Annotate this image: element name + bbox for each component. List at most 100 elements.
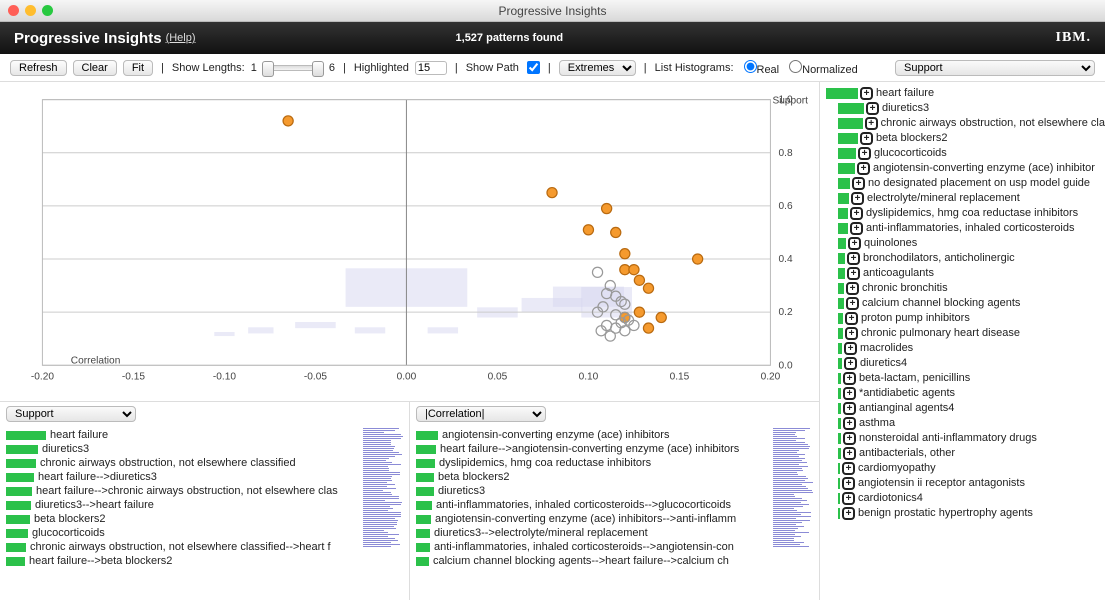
panel-correlation-select[interactable]: |Correlation| <box>416 406 546 422</box>
expand-icon[interactable]: + <box>842 477 855 490</box>
list-item[interactable]: heart failure-->beta blockers2 <box>6 554 357 568</box>
expand-icon[interactable]: + <box>858 147 871 160</box>
right-support-select[interactable]: Support <box>895 60 1095 76</box>
tree-item[interactable]: + heart failure <box>826 86 1105 101</box>
tree-item[interactable]: + asthma <box>826 416 1105 431</box>
expand-icon[interactable]: + <box>843 432 856 445</box>
tree-item[interactable]: + no designated placement on usp model g… <box>826 176 1105 191</box>
tree-item[interactable]: + macrolides <box>826 341 1105 356</box>
expand-icon[interactable]: + <box>843 417 856 430</box>
expand-icon[interactable]: + <box>842 462 855 475</box>
list-item-label: heart failure-->beta blockers2 <box>29 554 172 568</box>
expand-icon[interactable]: + <box>860 87 873 100</box>
tree-item[interactable]: + angiotensin ii receptor antagonists <box>826 476 1105 491</box>
expand-icon[interactable]: + <box>844 357 857 370</box>
tree-item[interactable]: + proton pump inhibitors <box>826 311 1105 326</box>
normalized-radio-label[interactable]: Normalized <box>785 60 858 76</box>
length-slider[interactable] <box>263 65 323 71</box>
list-item[interactable]: chronic airways obstruction, not elsewhe… <box>6 456 357 470</box>
expand-icon[interactable]: + <box>843 402 856 415</box>
expand-icon[interactable]: + <box>842 507 855 520</box>
tree-item[interactable]: + *antidiabetic agents <box>826 386 1105 401</box>
real-radio-label[interactable]: Real <box>740 60 780 76</box>
real-radio[interactable] <box>744 60 757 73</box>
expand-icon[interactable]: + <box>846 282 859 295</box>
expand-icon[interactable]: + <box>848 237 861 250</box>
tree-item[interactable]: + nonsteroidal anti-inflammatory drugs <box>826 431 1105 446</box>
panel-support-select[interactable]: Support <box>6 406 136 422</box>
list-item[interactable]: dyslipidemics, hmg coa reductase inhibit… <box>416 456 767 470</box>
list-item[interactable]: heart failure-->chronic airways obstruct… <box>6 484 357 498</box>
clear-button[interactable]: Clear <box>73 60 117 76</box>
expand-icon[interactable]: + <box>857 162 870 175</box>
tree-item[interactable]: + calcium channel blocking agents <box>826 296 1105 311</box>
expand-icon[interactable]: + <box>850 207 863 220</box>
tree-item[interactable]: + glucocorticoids <box>826 146 1105 161</box>
list-item[interactable]: diuretics3 <box>6 442 357 456</box>
tree-list[interactable]: + heart failure + diuretics3 + chronic a… <box>826 86 1105 521</box>
normalized-radio[interactable] <box>789 60 802 73</box>
tree-item[interactable]: + anti-inflammatories, inhaled corticost… <box>826 221 1105 236</box>
tree-item[interactable]: + cardiomyopathy <box>826 461 1105 476</box>
list-item[interactable]: calcium channel blocking agents-->heart … <box>416 554 767 568</box>
expand-icon[interactable]: + <box>843 387 856 400</box>
expand-icon[interactable]: + <box>846 297 859 310</box>
list-item[interactable]: chronic airways obstruction, not elsewhe… <box>6 540 357 554</box>
show-path-checkbox[interactable] <box>527 61 540 74</box>
expand-icon[interactable]: + <box>845 312 858 325</box>
refresh-button[interactable]: Refresh <box>10 60 67 76</box>
tree-item[interactable]: + benign prostatic hypertrophy agents <box>826 506 1105 521</box>
expand-icon[interactable]: + <box>850 222 863 235</box>
tree-item[interactable]: + anticoagulants <box>826 266 1105 281</box>
expand-icon[interactable]: + <box>851 192 864 205</box>
list-item[interactable]: diuretics3-->electrolyte/mineral replace… <box>416 526 767 540</box>
expand-icon[interactable]: + <box>845 327 858 340</box>
slider-thumb-max[interactable] <box>312 61 324 77</box>
list-item[interactable]: heart failure-->diuretics3 <box>6 470 357 484</box>
tree-item[interactable]: + chronic airways obstruction, not elsew… <box>826 116 1105 131</box>
expand-icon[interactable]: + <box>865 117 878 130</box>
tree-item[interactable]: + bronchodilators, anticholinergic <box>826 251 1105 266</box>
expand-icon[interactable]: + <box>843 372 856 385</box>
list-item[interactable]: diuretics3-->heart failure <box>6 498 357 512</box>
extremes-select[interactable]: Extremes <box>559 60 636 76</box>
list-item[interactable]: anti-inflammatories, inhaled corticoster… <box>416 498 767 512</box>
tree-item[interactable]: + diuretics3 <box>826 101 1105 116</box>
highlighted-input[interactable] <box>415 61 447 75</box>
list-item[interactable]: angiotensin-converting enzyme (ace) inhi… <box>416 512 767 526</box>
list-item[interactable]: beta blockers2 <box>416 470 767 484</box>
tree-item[interactable]: + chronic pulmonary heart disease <box>826 326 1105 341</box>
help-link[interactable]: (Help) <box>166 32 196 44</box>
tree-item[interactable]: + cardiotonics4 <box>826 491 1105 506</box>
list-item[interactable]: glucocorticoids <box>6 526 357 540</box>
tree-item[interactable]: + beta blockers2 <box>826 131 1105 146</box>
tree-item[interactable]: + diuretics4 <box>826 356 1105 371</box>
list-item[interactable]: diuretics3 <box>416 484 767 498</box>
expand-icon[interactable]: + <box>844 342 857 355</box>
tree-item[interactable]: + dyslipidemics, hmg coa reductase inhib… <box>826 206 1105 221</box>
tree-item[interactable]: + electrolyte/mineral replacement <box>826 191 1105 206</box>
expand-icon[interactable]: + <box>847 267 860 280</box>
expand-icon[interactable]: + <box>847 252 860 265</box>
expand-icon[interactable]: + <box>860 132 873 145</box>
list-item[interactable]: heart failure-->angiotensin-converting e… <box>416 442 767 456</box>
list-item[interactable]: angiotensin-converting enzyme (ace) inhi… <box>416 428 767 442</box>
tree-item[interactable]: + antianginal agents4 <box>826 401 1105 416</box>
list-item[interactable]: heart failure <box>6 428 357 442</box>
scatter-plot[interactable]: 0.00.20.40.60.81.0-0.20-0.15-0.10-0.050.… <box>0 82 819 402</box>
fit-button[interactable]: Fit <box>123 60 153 76</box>
tree-item[interactable]: + beta-lactam, penicillins <box>826 371 1105 386</box>
expand-icon[interactable]: + <box>843 447 856 460</box>
expand-icon[interactable]: + <box>852 177 865 190</box>
support-list[interactable]: heart failurediuretics3chronic airways o… <box>6 428 357 596</box>
tree-item[interactable]: + antibacterials, other <box>826 446 1105 461</box>
tree-item[interactable]: + angiotensin-converting enzyme (ace) in… <box>826 161 1105 176</box>
expand-icon[interactable]: + <box>842 492 855 505</box>
tree-item[interactable]: + chronic bronchitis <box>826 281 1105 296</box>
slider-thumb-min[interactable] <box>262 61 274 77</box>
list-item[interactable]: anti-inflammatories, inhaled corticoster… <box>416 540 767 554</box>
correlation-list[interactable]: angiotensin-converting enzyme (ace) inhi… <box>416 428 767 596</box>
list-item[interactable]: beta blockers2 <box>6 512 357 526</box>
tree-item[interactable]: + quinolones <box>826 236 1105 251</box>
expand-icon[interactable]: + <box>866 102 879 115</box>
